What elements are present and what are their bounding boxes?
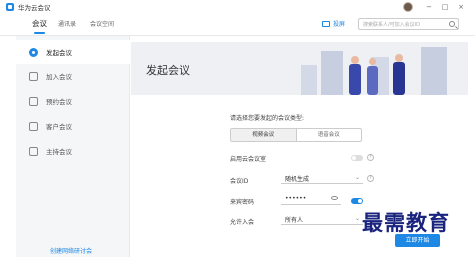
tab-contacts[interactable]: 通讯录 xyxy=(58,19,76,28)
tab-meeting[interactable]: 会议 xyxy=(32,18,47,34)
maximize-button[interactable]: □ xyxy=(440,2,450,12)
page-title: 发起会议 xyxy=(146,64,190,77)
join-meeting-icon xyxy=(29,71,38,81)
sidebar-item-host-meeting[interactable]: 主持会议 xyxy=(16,139,130,163)
voice-meeting-button[interactable]: 语音会议 xyxy=(297,129,362,141)
host-meeting-icon xyxy=(29,146,38,156)
building-shape xyxy=(301,65,317,95)
guest-password-label: 来宾密码 xyxy=(230,199,255,206)
help-icon[interactable]: ? xyxy=(367,154,374,161)
app-window: 华为云会议 − □ × 会议 通讯录 会议空间 投屏 搜索联系人/可加入会议ID… xyxy=(0,0,475,257)
guest-password-toggle[interactable] xyxy=(351,198,363,204)
sidebar-item-join-meeting[interactable]: 加入会议 xyxy=(16,64,130,88)
sidebar-item-label: 客户会议 xyxy=(46,123,72,131)
sidebar-item-label: 加入会议 xyxy=(46,73,72,81)
watermark-text: 最需教育 xyxy=(362,210,450,235)
title-bar: 华为云会议 − □ × xyxy=(0,0,475,14)
monitor-icon xyxy=(322,20,330,27)
cloud-room-label: 启用云会议室 xyxy=(230,156,267,163)
tab-meeting-space[interactable]: 会议空间 xyxy=(90,19,114,28)
sidebar-item-schedule-meeting[interactable]: 预约会议 xyxy=(16,89,130,113)
close-button[interactable]: × xyxy=(456,2,466,12)
sidebar-item-label: 主持会议 xyxy=(46,148,72,156)
help-icon[interactable]: ? xyxy=(367,175,374,182)
building-shape xyxy=(421,47,447,95)
app-title: 华为云会议 xyxy=(18,4,51,12)
building-shape xyxy=(321,51,343,95)
search-placeholder: 搜索联系人/可加入会议ID xyxy=(363,22,421,28)
eye-icon[interactable] xyxy=(331,196,338,200)
sidebar-item-client-meeting[interactable]: 客户会议 xyxy=(16,114,130,138)
banner: 发起会议 xyxy=(131,42,468,95)
person-figure xyxy=(393,62,405,95)
cloud-room-toggle[interactable] xyxy=(351,155,363,161)
start-meeting-icon xyxy=(29,47,38,57)
create-webinar-link[interactable]: 创建网络研讨会 xyxy=(50,246,92,255)
allow-join-value: 所有人 xyxy=(285,217,304,224)
person-head xyxy=(369,58,376,65)
client-meeting-icon xyxy=(29,121,38,131)
app-logo-icon xyxy=(6,3,14,11)
user-avatar[interactable] xyxy=(403,2,413,12)
search-input[interactable]: 搜索联系人/可加入会议ID xyxy=(358,18,459,30)
person-figure xyxy=(349,64,361,95)
sidebar-item-start-meeting[interactable]: 发起会议 xyxy=(16,40,130,64)
allow-join-label: 允许入会 xyxy=(230,219,255,226)
meeting-id-value: 随机生成 xyxy=(285,176,310,183)
person-figure xyxy=(367,66,378,95)
video-meeting-button[interactable]: 视频会议 xyxy=(231,129,297,141)
calendar-icon xyxy=(29,96,38,106)
guest-password-input[interactable]: •••••• xyxy=(281,194,341,205)
sidebar-item-label: 预约会议 xyxy=(46,98,72,106)
person-head xyxy=(395,54,403,62)
meeting-type-prompt: 请选择您要发起的会议类型: xyxy=(230,115,305,122)
chevron-down-icon: ⌄ xyxy=(354,215,360,222)
meeting-type-selector: 视频会议 语音会议 xyxy=(230,128,362,142)
meeting-id-select[interactable]: 随机生成 ⌄ xyxy=(281,173,363,184)
minimize-button[interactable]: − xyxy=(424,2,434,12)
search-icon xyxy=(449,21,455,27)
person-head xyxy=(351,56,359,64)
meeting-id-label: 会议ID xyxy=(230,178,249,185)
allow-join-select[interactable]: 所有人 ⌄ xyxy=(281,214,363,225)
chevron-down-icon: ⌄ xyxy=(354,174,360,181)
share-screen-label: 投屏 xyxy=(333,21,346,28)
top-nav: 会议 通讯录 会议空间 投屏 搜索联系人/可加入会议ID xyxy=(0,14,475,36)
sidebar: 发起会议 加入会议 预约会议 客户会议 主持会议 创建网络研讨会 xyxy=(16,36,130,257)
guest-password-value: •••••• xyxy=(285,195,307,202)
sidebar-item-label: 发起会议 xyxy=(46,49,72,57)
share-screen-button[interactable]: 投屏 xyxy=(322,19,345,28)
